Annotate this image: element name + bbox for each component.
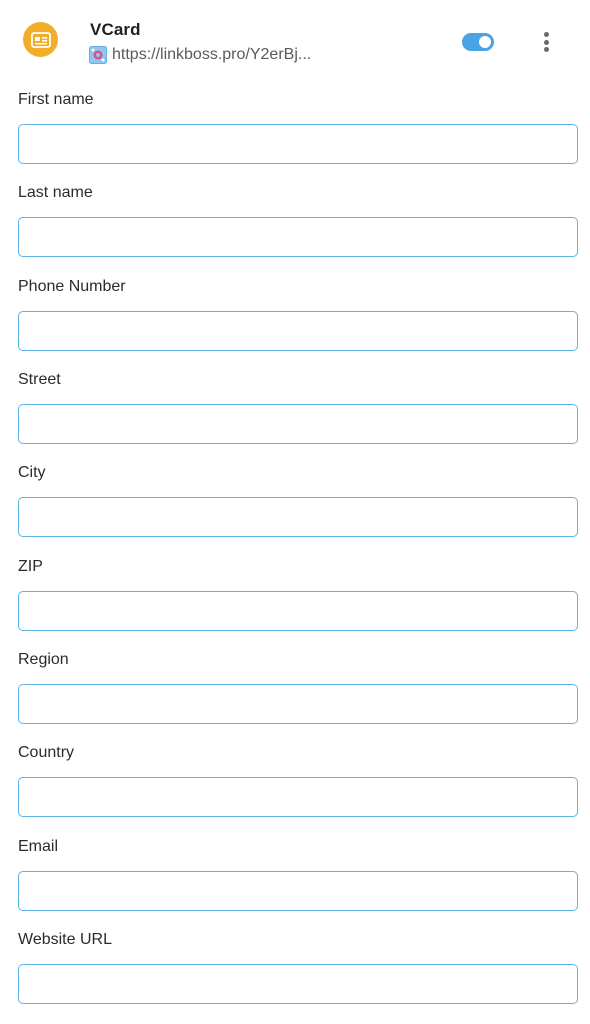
zip-input[interactable] [18,591,578,631]
region-input[interactable] [18,684,578,724]
menu-dot [543,32,549,37]
email-label: Email [18,838,59,855]
last-name-field: Last name [18,183,578,257]
first-name-field: First name [18,90,578,164]
vcard-icon [23,22,58,57]
country-input[interactable] [18,777,578,817]
favicon-icon [89,46,107,64]
last-name-label: Last name [18,184,93,201]
website-url-label: Website URL [18,931,112,948]
city-field: City [18,463,578,537]
email-input[interactable] [18,871,578,911]
country-field: Country [18,743,578,817]
menu-dot [543,39,549,45]
zip-label: ZIP [18,558,43,575]
street-input[interactable] [18,404,578,444]
toggle-knob [479,36,491,48]
phone-number-field: Phone Number [18,277,578,351]
first-name-input[interactable] [18,124,578,164]
first-name-label: First name [18,91,94,108]
region-label: Region [18,651,69,668]
last-name-input[interactable] [18,217,578,257]
country-label: Country [18,744,75,761]
page-title: VCard [90,20,141,39]
city-label: City [18,464,46,481]
more-vertical-icon[interactable] [536,30,556,54]
region-field: Region [18,650,578,724]
phone-number-input[interactable] [18,311,578,351]
phone-number-label: Phone Number [18,278,126,295]
street-label: Street [18,371,61,388]
link-enabled-toggle[interactable] [462,33,494,51]
street-field: Street [18,370,578,444]
zip-field: ZIP [18,557,578,631]
link-header: VCard https://linkboss.pro/Y2erBj... [0,0,590,80]
short-link-url[interactable]: https://linkboss.pro/Y2erBj... [112,46,311,64]
website-url-input[interactable] [18,964,578,1004]
city-input[interactable] [18,497,578,537]
email-field: Email [18,837,578,911]
menu-dot [543,47,549,52]
website-url-field: Website URL [18,930,578,1004]
short-link[interactable]: https://linkboss.pro/Y2erBj... [89,46,311,64]
